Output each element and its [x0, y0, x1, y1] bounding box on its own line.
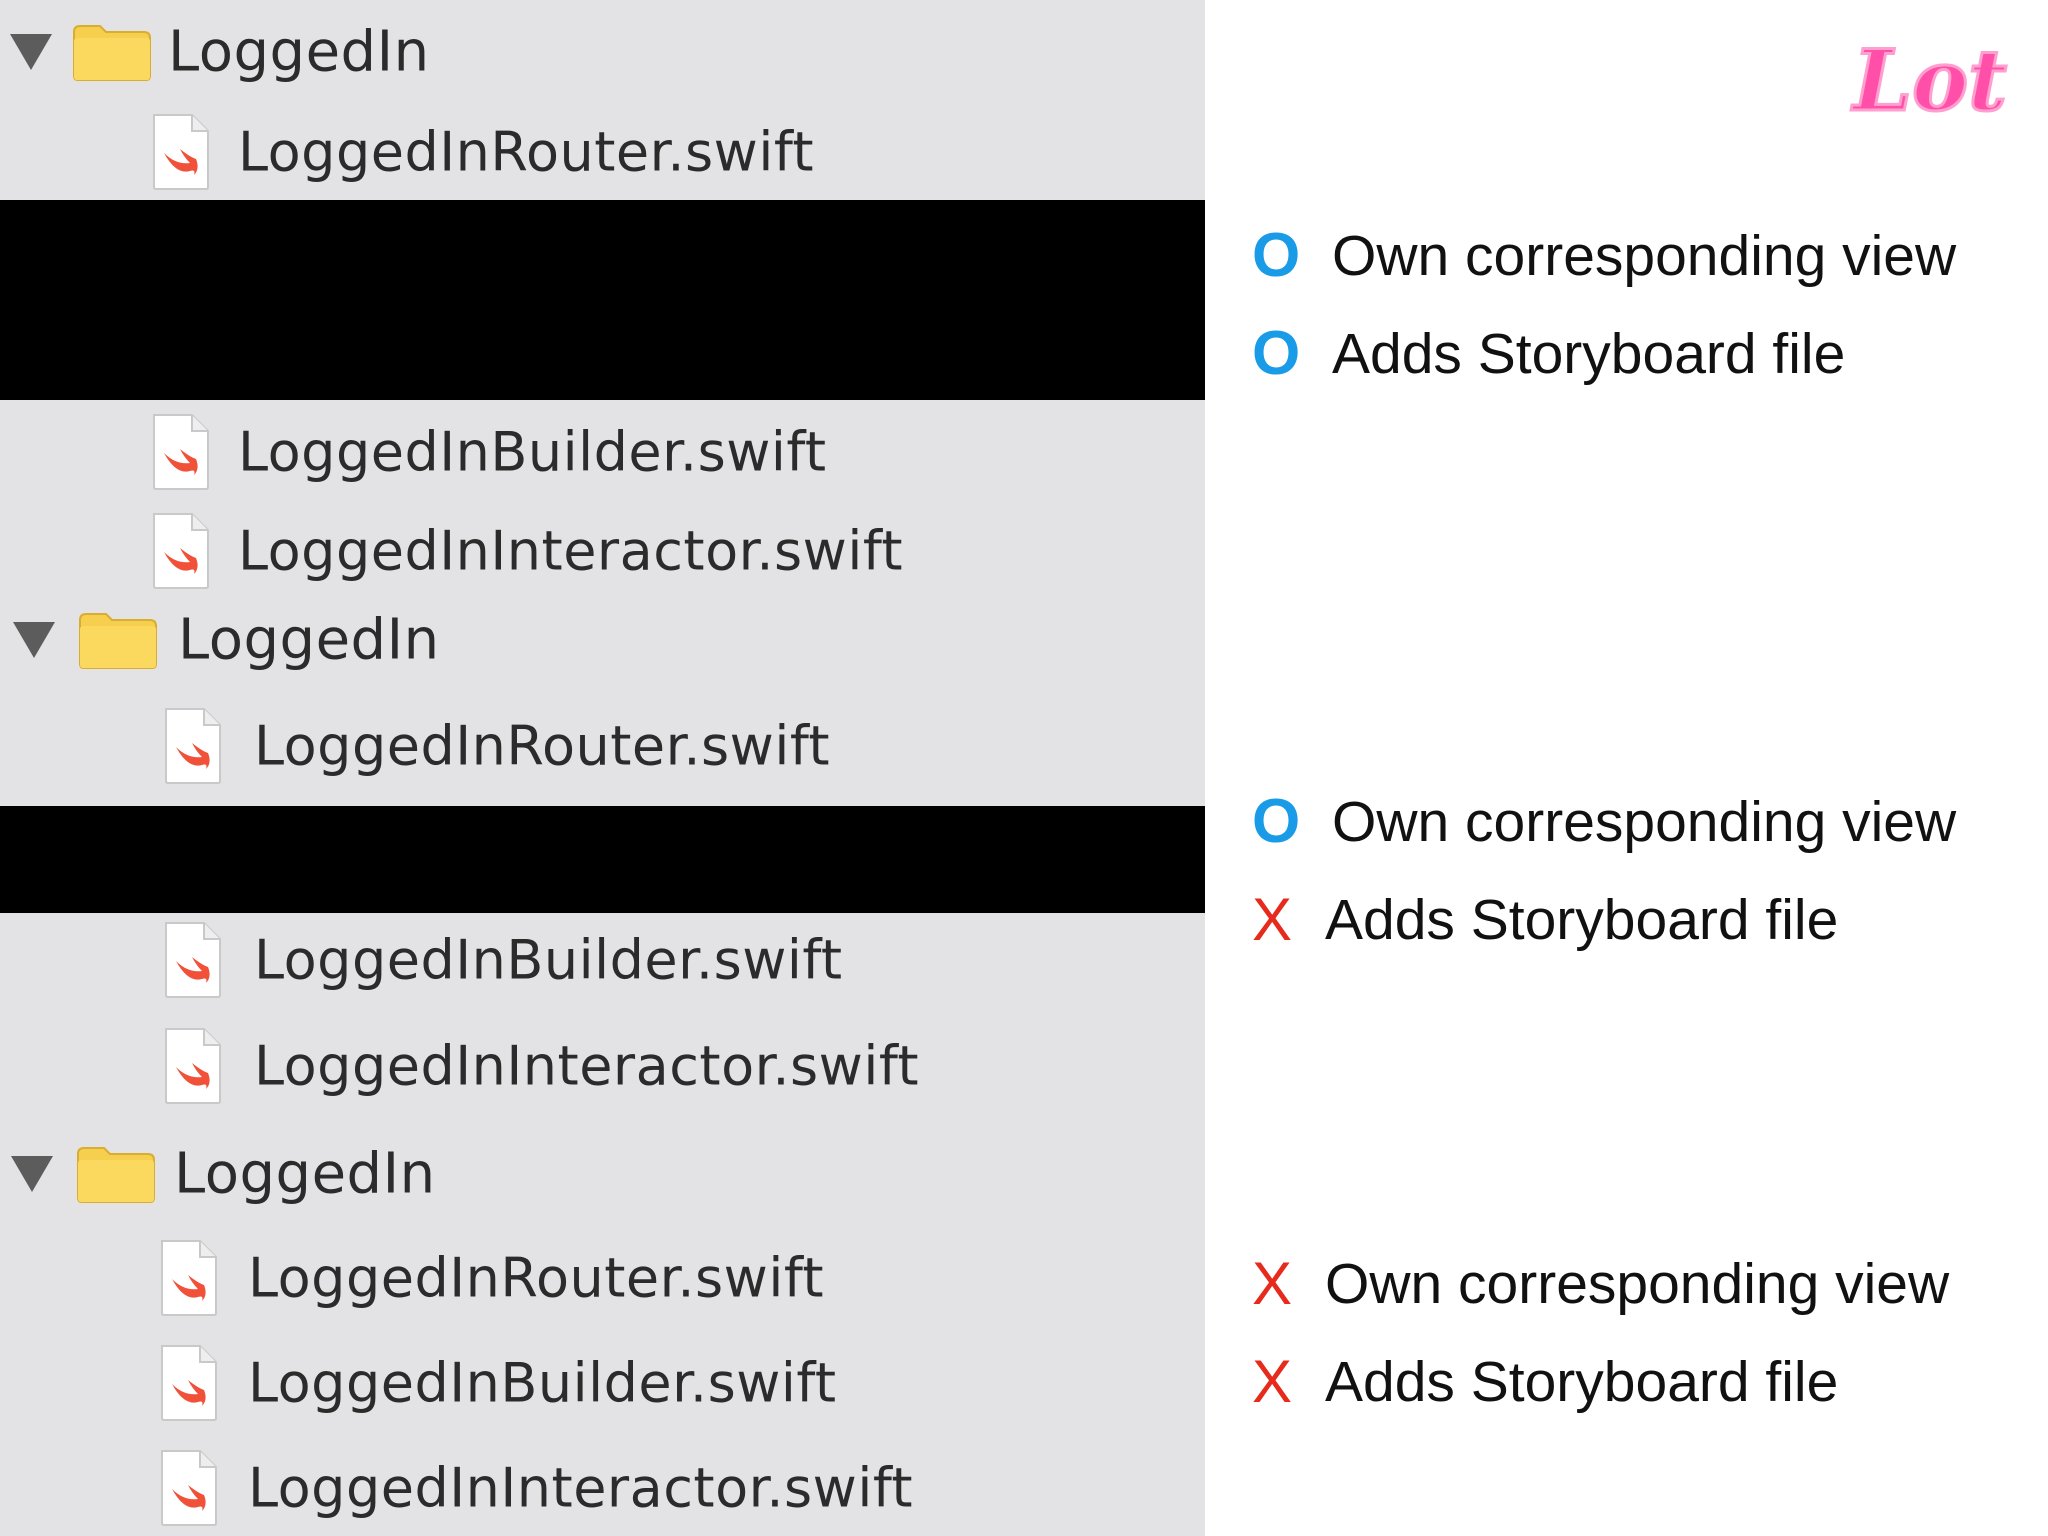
file-row[interactable]: LoggedInBuilder.swift — [0, 910, 1205, 1010]
feature-item: X Adds Storyboard file — [1252, 1342, 2012, 1422]
file-row[interactable]: LoggedInRouter.swift — [0, 102, 1205, 202]
folder-icon — [76, 1144, 156, 1204]
file-row[interactable]: LoggedInRouter.swift — [0, 1228, 1205, 1328]
disclosure-triangle-icon[interactable] — [10, 34, 52, 70]
cross-mark-x: X — [1252, 886, 1293, 953]
file-row[interactable]: LoggedInBuilder.swift — [0, 1333, 1205, 1433]
file-name: LoggedInRouter.swift — [254, 714, 831, 778]
swift-file-icon — [150, 413, 212, 491]
file-name: LoggedInBuilder.swift — [248, 1351, 837, 1415]
feature-item: X Adds Storyboard file — [1252, 880, 2012, 960]
swift-file-icon — [162, 1027, 224, 1105]
feature-text: Own corresponding view — [1332, 224, 1957, 288]
file-name: LoggedInBuilder.swift — [254, 928, 843, 992]
folder-name: LoggedIn — [178, 607, 440, 673]
check-mark-o: O — [1252, 319, 1301, 388]
redacted-region — [0, 806, 1205, 913]
feature-item: O Own corresponding view — [1252, 216, 2012, 296]
folder-row[interactable]: LoggedIn — [0, 2, 1205, 102]
file-row[interactable]: LoggedInInteractor.swift — [0, 1016, 1205, 1116]
feature-item: X Own corresponding view — [1252, 1244, 2012, 1324]
swift-file-icon — [150, 512, 212, 590]
folder-name: LoggedIn — [174, 1141, 436, 1207]
feature-text: Adds Storyboard file — [1332, 322, 1846, 386]
cross-mark-x: X — [1252, 1348, 1293, 1415]
check-mark-o: O — [1252, 221, 1301, 290]
swift-file-icon — [162, 707, 224, 785]
folder-icon — [72, 22, 152, 82]
feature-text: Adds Storyboard file — [1325, 1350, 1839, 1414]
swift-file-icon — [158, 1449, 220, 1527]
folder-icon — [78, 610, 158, 670]
file-name: LoggedInInteractor.swift — [238, 519, 904, 583]
swift-file-icon — [158, 1239, 220, 1317]
folder-row[interactable]: LoggedIn — [0, 590, 1205, 690]
feature-text: Own corresponding view — [1332, 790, 1957, 854]
file-row[interactable]: LoggedInInteractor.swift — [0, 501, 1205, 601]
folder-row[interactable]: LoggedIn — [0, 1124, 1205, 1224]
feature-item: O Adds Storyboard file — [1252, 314, 2012, 394]
swift-file-icon — [158, 1344, 220, 1422]
file-row[interactable]: LoggedInRouter.swift — [0, 696, 1205, 796]
disclosure-triangle-icon[interactable] — [11, 1156, 53, 1192]
swift-file-icon — [162, 921, 224, 999]
feature-text: Adds Storyboard file — [1325, 888, 1839, 952]
file-name: LoggedInInteractor.swift — [254, 1034, 920, 1098]
cross-mark-x: X — [1252, 1250, 1293, 1317]
feature-text: Own corresponding view — [1325, 1252, 1950, 1316]
logo-text: Lot — [1851, 31, 2007, 130]
file-name: LoggedInRouter.swift — [248, 1246, 825, 1310]
file-row[interactable]: LoggedInBuilder.swift — [0, 402, 1205, 502]
brand-logo: Lot — [1840, 28, 2020, 138]
file-navigator: LoggedIn LoggedInRouter.swift LoggedInBu… — [0, 0, 1205, 1536]
redacted-region — [0, 200, 1205, 400]
swift-file-icon — [150, 113, 212, 191]
file-name: LoggedInBuilder.swift — [238, 420, 827, 484]
file-name: LoggedInInteractor.swift — [248, 1456, 914, 1520]
folder-name: LoggedIn — [168, 19, 430, 85]
check-mark-o: O — [1252, 787, 1301, 856]
file-row[interactable]: LoggedInInteractor.swift — [0, 1438, 1205, 1536]
file-name: LoggedInRouter.swift — [238, 120, 815, 184]
disclosure-triangle-icon[interactable] — [13, 622, 55, 658]
feature-item: O Own corresponding view — [1252, 782, 2012, 862]
